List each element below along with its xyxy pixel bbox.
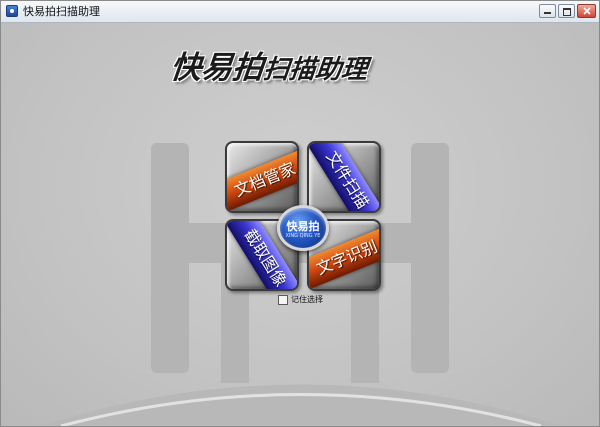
file-scan-label: 文件扫描 bbox=[322, 147, 373, 212]
file-scan-button[interactable]: 文件扫描 bbox=[307, 141, 381, 213]
remember-checkbox[interactable] bbox=[278, 295, 288, 305]
remember-label: 记住选择 bbox=[291, 295, 323, 304]
center-logo-subtext: XING QING YE bbox=[285, 233, 321, 239]
app-headline: 快易拍扫描助理 bbox=[168, 42, 443, 86]
launcher-pad: 文档管家 文件扫描 截取图像 文字识别 快易拍 XING QING YE bbox=[225, 141, 381, 293]
center-logo-badge: 快易拍 XING QING YE bbox=[277, 205, 329, 251]
close-icon bbox=[583, 7, 591, 15]
main-content: 快易拍扫描助理 文档管家 文件扫描 截取图像 文字识别 快易拍 XING QIN… bbox=[1, 23, 599, 426]
document-manager-button[interactable]: 文档管家 bbox=[225, 141, 299, 213]
headline-suffix: 扫描助理 bbox=[261, 55, 369, 85]
title-bar[interactable]: 快易拍扫描助理 bbox=[1, 1, 599, 23]
window-title: 快易拍扫描助理 bbox=[23, 5, 100, 18]
document-manager-label: 文档管家 bbox=[231, 158, 299, 201]
close-button[interactable] bbox=[577, 4, 596, 18]
minimize-button[interactable] bbox=[539, 4, 556, 18]
app-icon bbox=[6, 5, 18, 17]
maximize-button[interactable] bbox=[558, 4, 575, 18]
app-window: 快易拍扫描助理 快易拍扫描助理 文档管家 文件扫描 截取图像 文字识别 快易拍 … bbox=[0, 0, 600, 427]
center-logo-name: 快易拍 bbox=[286, 220, 320, 233]
headline-brand: 快易拍 bbox=[168, 50, 266, 86]
